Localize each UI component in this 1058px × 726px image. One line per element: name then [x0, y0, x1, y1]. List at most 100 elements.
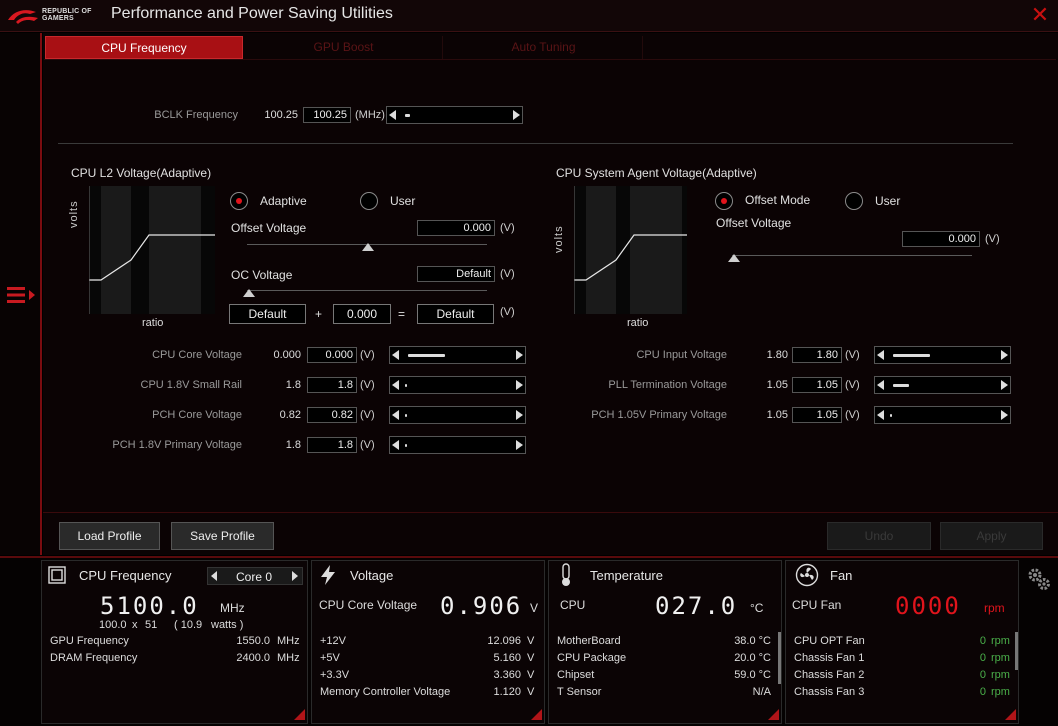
monitor-row-label: +12V: [320, 635, 346, 647]
settings-gear-icon[interactable]: [1026, 566, 1052, 592]
l2-offset-input[interactable]: 0.000: [417, 220, 495, 236]
voltage-row-input[interactable]: 1.05: [792, 377, 842, 393]
slider-left-arrow-icon[interactable]: [877, 350, 884, 360]
slider-right-arrow-icon[interactable]: [1001, 410, 1008, 420]
monitor-row-value: 59.0 °C: [734, 669, 771, 681]
voltage-row-slider[interactable]: [874, 406, 1011, 424]
cpu-freq-detail-4: watts ): [211, 619, 244, 631]
l2-oc-slider-track[interactable]: [247, 290, 487, 291]
slider-right-arrow-icon[interactable]: [516, 440, 523, 450]
slider-left-arrow-icon[interactable]: [392, 410, 399, 420]
load-profile-button[interactable]: Load Profile: [59, 522, 160, 550]
tab-cpu-frequency[interactable]: CPU Frequency: [45, 36, 243, 59]
sa-offset-mode-label: Offset Mode: [745, 193, 811, 207]
l2-sum-a: Default: [229, 304, 306, 324]
monitor-row-label: GPU Frequency: [50, 635, 129, 647]
voltage-row-label: PCH Core Voltage: [152, 409, 242, 421]
slider-right-arrow-icon[interactable]: [516, 410, 523, 420]
voltage-main-label: CPU Core Voltage: [319, 598, 418, 612]
tab-gpu-boost[interactable]: GPU Boost: [245, 36, 443, 59]
voltage-row-label: PLL Termination Voltage: [608, 379, 727, 391]
l2-oc-slider-thumb[interactable]: [243, 289, 255, 297]
voltage-row-unit: (V): [845, 409, 860, 421]
panel-expand-icon[interactable]: [294, 709, 305, 720]
voltage-row-slider[interactable]: [874, 376, 1011, 394]
fan-scrollbar[interactable]: [1015, 632, 1018, 670]
slider-right-arrow-icon[interactable]: [516, 380, 523, 390]
slider-left-arrow-icon[interactable]: [392, 380, 399, 390]
voltage-row-unit: (V): [360, 409, 375, 421]
voltage-row-input[interactable]: 0.000: [307, 347, 357, 363]
monitor-row-unit: rpm: [991, 686, 1010, 698]
l2-adaptive-radio[interactable]: [230, 192, 248, 210]
panel-expand-icon[interactable]: [531, 709, 542, 720]
slider-left-arrow-icon[interactable]: [389, 110, 396, 120]
sa-offset-slider-track[interactable]: [732, 255, 972, 256]
slider-right-arrow-icon[interactable]: [513, 110, 520, 120]
monitor-row-label: +5V: [320, 652, 340, 664]
bclk-slider[interactable]: [386, 106, 523, 124]
l2-user-radio[interactable]: [360, 192, 378, 210]
l2-sum-result: Default: [417, 304, 494, 324]
monitor-row-unit: V: [527, 669, 535, 681]
save-profile-button[interactable]: Save Profile: [171, 522, 274, 550]
voltage-row-slider[interactable]: [389, 406, 526, 424]
voltage-row-slider[interactable]: [389, 346, 526, 364]
bclk-value: 100.25: [264, 109, 298, 121]
voltage-row-input[interactable]: 1.8: [307, 377, 357, 393]
voltage-row-slider[interactable]: [389, 376, 526, 394]
monitor-row-value: 3.360: [493, 669, 521, 681]
undo-button[interactable]: Undo: [827, 522, 931, 550]
slider-left-arrow-icon[interactable]: [877, 410, 884, 420]
slider-right-arrow-icon[interactable]: [516, 350, 523, 360]
voltage-row-input[interactable]: 0.82: [307, 407, 357, 423]
voltage-row-slider[interactable]: [389, 436, 526, 454]
l2-oc-input[interactable]: Default: [417, 266, 495, 282]
voltage-row-value: 1.8: [285, 439, 301, 451]
sa-user-radio[interactable]: [845, 192, 863, 210]
voltage-row-input[interactable]: 1.05: [792, 407, 842, 423]
apply-button[interactable]: Apply: [940, 522, 1043, 550]
temperature-main-label: CPU: [560, 598, 586, 612]
menu-expand-icon[interactable]: [6, 285, 36, 305]
close-icon[interactable]: ✕: [1030, 4, 1050, 26]
l2-sum-unit: (V): [500, 306, 515, 318]
cpu-freq-detail-x: x: [132, 619, 138, 631]
voltage-row-unit: (V): [360, 379, 375, 391]
voltage-row-label: CPU Input Voltage: [636, 349, 727, 361]
slider-right-arrow-icon[interactable]: [1001, 350, 1008, 360]
sa-offset-mode-radio[interactable]: [715, 192, 733, 210]
fan-panel-title: Fan: [830, 568, 853, 583]
l2-offset-slider-thumb[interactable]: [362, 243, 374, 251]
temperature-scrollbar[interactable]: [778, 632, 781, 684]
voltage-row-unit: (V): [360, 439, 375, 451]
monitor-row-value: N/A: [752, 686, 771, 698]
voltage-row-unit: (V): [845, 379, 860, 391]
sa-title: CPU System Agent Voltage(Adaptive): [556, 166, 757, 180]
panel-expand-icon[interactable]: [1005, 709, 1016, 720]
tab-auto-tuning[interactable]: Auto Tuning: [445, 36, 643, 59]
slider-left-arrow-icon[interactable]: [392, 440, 399, 450]
l2-title: CPU L2 Voltage(Adaptive): [71, 166, 212, 180]
core-prev-icon[interactable]: [211, 571, 217, 581]
voltage-row-input[interactable]: 1.80: [792, 347, 842, 363]
sa-offset-input[interactable]: 0.000: [902, 231, 980, 247]
monitor-row-value: 2400.0: [236, 652, 270, 664]
sa-offset-slider-thumb[interactable]: [728, 254, 740, 262]
temperature-big-value: 027.0: [655, 592, 738, 620]
slider-left-arrow-icon[interactable]: [392, 350, 399, 360]
bclk-input[interactable]: 100.25: [303, 107, 351, 123]
cpu-panel-title: CPU Frequency: [79, 568, 172, 583]
voltage-row-input[interactable]: 1.8: [307, 437, 357, 453]
core-next-icon[interactable]: [292, 571, 298, 581]
core-select[interactable]: Core 0: [207, 567, 303, 585]
l2-sum-b: 0.000: [333, 304, 391, 324]
slider-right-arrow-icon[interactable]: [1001, 380, 1008, 390]
slider-fill: [405, 414, 407, 417]
slider-left-arrow-icon[interactable]: [877, 380, 884, 390]
panel-expand-icon[interactable]: [768, 709, 779, 720]
monitor-row-label: Memory Controller Voltage: [320, 686, 451, 698]
monitor-row-unit: V: [527, 652, 535, 664]
voltage-row-unit: (V): [845, 349, 860, 361]
voltage-row-slider[interactable]: [874, 346, 1011, 364]
